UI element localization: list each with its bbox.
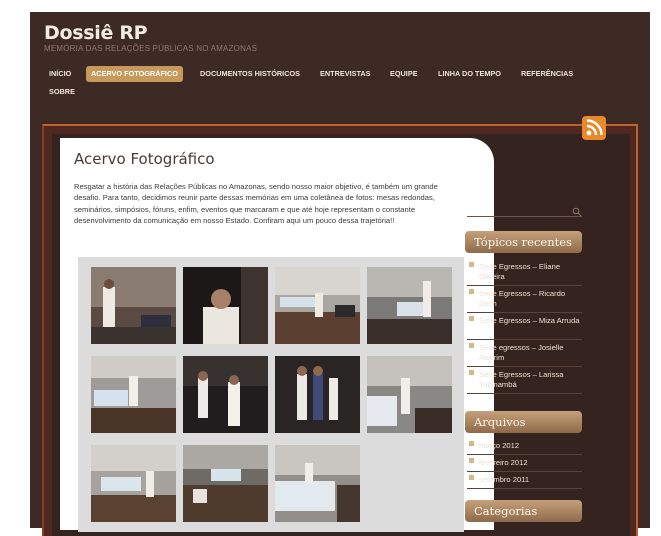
rss-icon[interactable] (582, 116, 606, 140)
nav-linha-do-tempo[interactable]: LINHA DO TEMPO (433, 66, 506, 82)
gallery-photo[interactable] (91, 267, 176, 344)
recent-posts-list: Série Egressos – Eliane Oliveira Série E… (467, 259, 582, 394)
gallery-photo[interactable] (91, 356, 176, 433)
nav-referencias[interactable]: REFERÊNCIAS (516, 66, 578, 82)
recent-post-link[interactable]: Série Egressos – Eliane Oliveira (467, 259, 582, 286)
categories-title: Categorias (465, 500, 582, 522)
recent-posts-title: Tópicos recentes (465, 231, 582, 253)
post-text: Resgatar a história das Relações Pública… (74, 182, 438, 225)
recent-post-link[interactable]: Série Egressos – Larissa Tupinambá (467, 367, 582, 394)
archive-link[interactable]: fevereiro 2012 (467, 455, 582, 472)
main-content: Acervo Fotográfico Resgatar a história d… (60, 138, 494, 532)
gallery-photo[interactable] (183, 267, 268, 344)
nav-acervo-fotografico[interactable]: ACERVO FOTOGRÁFICO (86, 66, 183, 82)
gallery-photo[interactable] (367, 267, 452, 344)
site-title[interactable]: Dossiê RP (44, 22, 148, 44)
search-icon[interactable] (572, 204, 582, 217)
recent-post-link[interactable]: Série Egressos – Miza Arruda (467, 313, 582, 340)
nav-entrevistas[interactable]: ENTREVISTAS (315, 66, 376, 82)
archive-link[interactable]: março 2012 (467, 438, 582, 455)
gallery-photo[interactable] (183, 445, 268, 522)
recent-post-link[interactable]: Série Egressos – Ricardo Diem (467, 286, 582, 313)
nav-equipe[interactable]: EQUIPE (385, 66, 423, 82)
site-subtitle: MEMÓRIA DAS RELAÇÕES PÚBLICAS NO AMAZONA… (44, 44, 258, 53)
gallery-photo[interactable] (183, 356, 268, 433)
gallery-photo[interactable] (275, 356, 360, 433)
gallery-photo[interactable] (91, 445, 176, 522)
gallery-photo[interactable] (275, 267, 360, 344)
page-title: Acervo Fotográfico (74, 150, 215, 168)
photo-gallery (78, 257, 464, 532)
search-input[interactable] (467, 205, 582, 217)
nav-documentos-historicos[interactable]: DOCUMENTOS HISTÓRICOS (195, 66, 305, 82)
gallery-photo[interactable] (275, 445, 360, 522)
gallery-photo[interactable] (367, 356, 452, 433)
nav-inicio[interactable]: INÍCIO (44, 66, 76, 82)
archives-list: março 2012 fevereiro 2012 setembro 2011 (467, 438, 582, 489)
archive-link[interactable]: setembro 2011 (467, 472, 582, 489)
recent-post-link[interactable]: Série egressos – Josielle Alecrim (467, 340, 582, 367)
nav-sobre[interactable]: SOBRE (44, 84, 80, 100)
archives-title: Arquivos (465, 411, 582, 433)
